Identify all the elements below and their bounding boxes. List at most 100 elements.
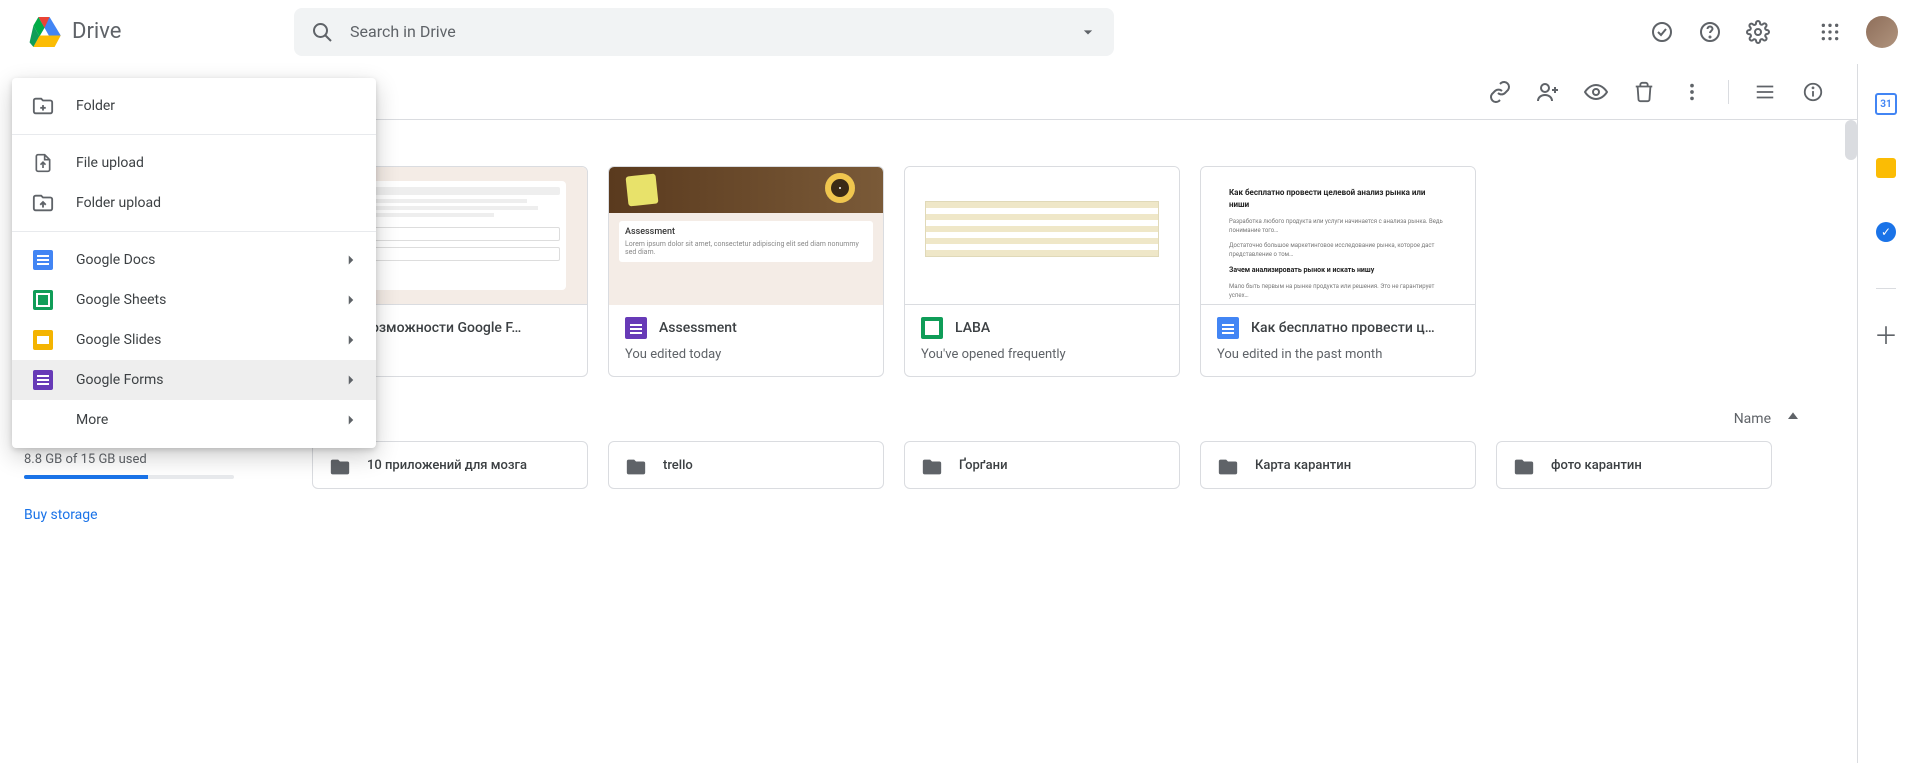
file-upload-icon — [32, 152, 54, 174]
submenu-arrow-icon — [342, 411, 360, 429]
menu-file-upload[interactable]: File upload — [12, 143, 376, 183]
thumbnail: AssessmentLorem ipsum dolor sit amet, co… — [609, 167, 883, 305]
side-panel: 31 ✓ ＋ — [1858, 64, 1914, 763]
account-avatar[interactable] — [1866, 16, 1898, 48]
menu-google-slides[interactable]: Google Slides — [12, 320, 376, 360]
quick-access-label: ess — [312, 136, 1803, 152]
submenu-arrow-icon — [342, 291, 360, 309]
forms-icon — [32, 369, 54, 391]
delete-icon[interactable] — [1624, 72, 1664, 112]
rail-separator — [1876, 288, 1896, 289]
menu-folder-upload[interactable]: Folder upload — [12, 183, 376, 223]
sheets-icon — [921, 317, 943, 339]
search-input[interactable] — [350, 22, 1078, 41]
sheets-icon — [32, 289, 54, 311]
search-icon — [310, 20, 334, 44]
card-title: Assessment — [659, 320, 737, 336]
card-subtitle: You've opened frequently — [921, 347, 1163, 362]
add-addon-icon[interactable]: ＋ — [1866, 313, 1906, 353]
submenu-arrow-icon — [342, 371, 360, 389]
folder-icon — [329, 456, 351, 474]
scrollbar-thumb[interactable] — [1845, 120, 1857, 160]
forms-icon — [625, 317, 647, 339]
submenu-arrow-icon — [342, 331, 360, 349]
sort-direction-icon[interactable] — [1783, 409, 1803, 429]
menu-label: Google Slides — [76, 332, 342, 348]
folder-name: 10 приложений для мозга — [367, 458, 527, 473]
get-link-icon[interactable] — [1480, 72, 1520, 112]
storage-bar — [24, 475, 234, 479]
quick-access-row: возможности Google F… today AssessmentLo… — [312, 166, 1803, 377]
docs-icon — [1217, 317, 1239, 339]
card-subtitle: You edited today — [625, 347, 867, 362]
calendar-app-icon[interactable]: 31 — [1866, 84, 1906, 124]
menu-new-folder[interactable]: Folder — [12, 86, 376, 126]
card-title: LABA — [955, 320, 990, 336]
folder-icon — [1217, 456, 1239, 474]
preview-icon[interactable] — [1576, 72, 1616, 112]
quick-card[interactable]: AssessmentLorem ipsum dolor sit amet, co… — [608, 166, 884, 377]
docs-icon — [32, 249, 54, 271]
folder-name: trello — [663, 458, 693, 473]
details-icon[interactable] — [1793, 72, 1833, 112]
menu-label: Folder — [76, 98, 360, 114]
blank-icon — [32, 409, 54, 431]
menu-label: Google Sheets — [76, 292, 342, 308]
folder-icon — [625, 456, 647, 474]
folder-icon — [921, 456, 943, 474]
apps-grid-icon[interactable] — [1810, 12, 1850, 52]
main-body: ess — [258, 120, 1857, 763]
more-actions-icon[interactable] — [1672, 72, 1712, 112]
storage-usage-text: 8.8 GB of 15 GB used — [24, 452, 234, 467]
sort-label[interactable]: Name — [1734, 411, 1771, 427]
app-title: Drive — [72, 19, 121, 44]
share-icon[interactable] — [1528, 72, 1568, 112]
submenu-arrow-icon — [342, 251, 360, 269]
folder-icon — [1513, 456, 1535, 474]
quick-card[interactable]: Как бесплатно провести целевой анализ ры… — [1200, 166, 1476, 377]
menu-label: Folder upload — [76, 195, 360, 211]
main-area: e ess — [258, 64, 1858, 763]
help-icon[interactable] — [1690, 12, 1730, 52]
card-title: Как бесплатно провести ц… — [1251, 320, 1435, 336]
menu-label: File upload — [76, 155, 360, 171]
toolbar: e — [258, 64, 1857, 120]
folders-header: Folders Name — [312, 409, 1803, 429]
card-subtitle: You edited in the past month — [1217, 347, 1459, 362]
search-options-icon[interactable] — [1078, 22, 1098, 42]
keep-app-icon[interactable] — [1866, 148, 1906, 188]
offline-ready-icon[interactable] — [1642, 12, 1682, 52]
folder-item[interactable]: фото карантин — [1496, 441, 1772, 489]
logo-area[interactable]: Drive — [16, 12, 264, 52]
menu-label: More — [76, 412, 342, 428]
folder-name: фото карантин — [1551, 458, 1642, 473]
app-header: Drive — [0, 0, 1914, 64]
thumbnail — [905, 167, 1179, 305]
folder-item[interactable]: Карта карантин — [1200, 441, 1476, 489]
folder-upload-icon — [32, 192, 54, 214]
settings-icon[interactable] — [1738, 12, 1778, 52]
folder-item[interactable]: 10 приложений для мозга — [312, 441, 588, 489]
folder-item[interactable]: Ґорґани — [904, 441, 1180, 489]
menu-label: Google Forms — [76, 372, 342, 388]
search-bar[interactable] — [294, 8, 1114, 56]
menu-google-docs[interactable]: Google Docs — [12, 240, 376, 280]
drive-logo-icon — [24, 12, 64, 52]
new-menu: Folder File upload Folder upload Google … — [12, 78, 376, 448]
tasks-app-icon[interactable]: ✓ — [1866, 212, 1906, 252]
folder-name: Карта карантин — [1255, 458, 1351, 473]
header-actions — [1642, 12, 1898, 52]
card-title: возможности Google F… — [363, 320, 521, 336]
thumbnail: Как бесплатно провести целевой анализ ры… — [1201, 167, 1475, 305]
quick-card[interactable]: LABA You've opened frequently — [904, 166, 1180, 377]
buy-storage-link[interactable]: Buy storage — [24, 507, 98, 523]
menu-more[interactable]: More — [12, 400, 376, 440]
menu-google-forms[interactable]: Google Forms — [12, 360, 376, 400]
menu-google-sheets[interactable]: Google Sheets — [12, 280, 376, 320]
folder-item[interactable]: trello — [608, 441, 884, 489]
menu-label: Google Docs — [76, 252, 342, 268]
slides-icon — [32, 329, 54, 351]
list-view-icon[interactable] — [1745, 72, 1785, 112]
folder-name: Ґорґани — [959, 458, 1008, 473]
new-folder-icon — [32, 95, 54, 117]
